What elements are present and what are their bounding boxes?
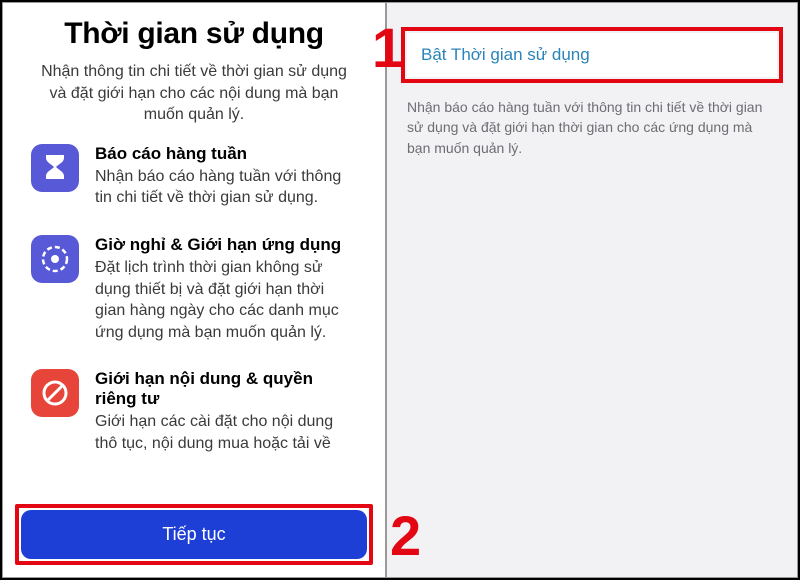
bottom-bar: Tiếp tục	[3, 496, 385, 577]
intro-scroll: Thời gian sử dụng Nhận thông tin chi tiế…	[3, 3, 385, 496]
screentime-intro-panel: Thời gian sử dụng Nhận thông tin chi tiế…	[2, 2, 386, 578]
enable-screentime-desc: Nhận báo cáo hàng tuần với thông tin chi…	[401, 97, 783, 158]
feature-content-title: Giới hạn nội dung & quyền riêng tư	[95, 369, 357, 409]
hourglass-icon	[31, 144, 79, 192]
feature-weekly-title: Báo cáo hàng tuần	[95, 144, 357, 164]
continue-button[interactable]: Tiếp tục	[21, 510, 367, 559]
feature-weekly-report: Báo cáo hàng tuần Nhận báo cáo hàng tuần…	[31, 144, 357, 209]
feature-downtime-title: Giờ nghỉ & Giới hạn ứng dụng	[95, 235, 357, 255]
enable-screentime-row[interactable]: Bật Thời gian sử dụng	[407, 33, 777, 77]
feature-content-desc: Giới hạn các cài đặt cho nội dung thô tụ…	[95, 411, 357, 454]
page-title: Thời gian sử dụng	[31, 17, 357, 51]
page-subtitle: Nhận thông tin chi tiết về thời gian sử …	[31, 61, 357, 126]
feature-downtime-limits: Giờ nghỉ & Giới hạn ứng dụng Đặt lịch tr…	[31, 235, 357, 343]
feature-downtime-desc: Đặt lịch trình thời gian không sử dụng t…	[95, 257, 357, 343]
no-entry-icon	[31, 369, 79, 417]
feature-content-privacy: Giới hạn nội dung & quyền riêng tư Giới …	[31, 369, 357, 454]
continue-highlight: Tiếp tục	[15, 504, 373, 565]
enable-highlight: Bật Thời gian sử dụng	[401, 27, 783, 83]
clock-icon	[31, 235, 79, 283]
screentime-settings-panel: Bật Thời gian sử dụng Nhận báo cáo hàng …	[386, 2, 798, 578]
feature-weekly-desc: Nhận báo cáo hàng tuần với thông tin chi…	[95, 166, 357, 209]
